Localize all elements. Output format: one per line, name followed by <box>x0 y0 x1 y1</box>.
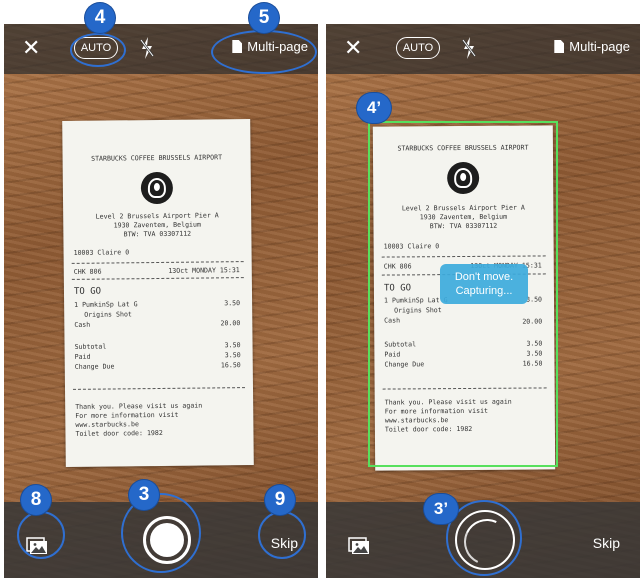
annotation-badge-8: 8 <box>21 485 51 515</box>
multi-page-button[interactable]: Multi-page <box>554 39 630 54</box>
receipt-divider <box>71 261 244 264</box>
receipt-item-1: 1 PumkinSp Lat G <box>74 300 138 309</box>
auto-capture-toggle[interactable]: AUTO <box>396 37 440 59</box>
annotation-badge-4-prime: 4’ <box>357 93 391 123</box>
annotation-badge-5: 5 <box>249 3 279 33</box>
receipt-paid-value: 3.50 <box>224 351 241 360</box>
receipt-change-label: Change Due <box>74 362 115 371</box>
annotation-ring-gallery <box>17 511 65 559</box>
receipt-cash-value: 20.00 <box>220 319 241 328</box>
receipt-cash-label: Cash <box>74 320 91 329</box>
toast-line-1: Don't move. <box>454 271 514 283</box>
annotation-badge-4: 4 <box>85 3 115 33</box>
receipt-to-go: TO GO <box>73 286 102 297</box>
flash-off-icon[interactable] <box>140 36 154 60</box>
skip-button[interactable]: Skip <box>593 535 620 551</box>
receipt-check: CHK 806 <box>73 267 102 276</box>
receipt-paid-label: Paid <box>74 352 91 361</box>
receipt-order: 10003 Claire 0 <box>73 248 130 257</box>
page-icon <box>554 40 565 53</box>
annotation-ring-multipage <box>211 30 317 74</box>
annotation-ring-skip <box>258 511 306 559</box>
receipt-divider <box>71 277 244 280</box>
camera-top-bar: ✕ AUTO Multi-page <box>326 24 640 74</box>
receipt-document: STARBUCKS COFFEE BRUSSELS AIRPORT Level … <box>62 119 254 467</box>
receipt-thanks-1: Thank you. Please visit us again <box>75 401 203 411</box>
receipt-subtotal-value: 3.50 <box>224 341 241 350</box>
receipt-change-value: 16.50 <box>220 361 241 370</box>
receipt-thanks-3: www.starbucks.be <box>75 420 139 429</box>
toast-line-2: Capturing... <box>455 285 513 297</box>
close-icon[interactable]: ✕ <box>344 37 362 61</box>
receipt-thanks-4: Toilet door code: 1982 <box>75 428 163 438</box>
annotation-ring-auto <box>70 33 126 67</box>
receipt-thanks-2: For more information visit <box>75 410 179 420</box>
multi-page-label: Multi-page <box>569 39 630 54</box>
receipt-subtotal-label: Subtotal <box>74 342 107 351</box>
receipt-divider <box>72 387 246 390</box>
receipt-item-1-price: 3.50 <box>224 299 241 308</box>
flash-off-icon[interactable] <box>462 36 476 60</box>
annotation-badge-3-prime: 3’ <box>424 494 458 524</box>
annotation-badge-3: 3 <box>129 480 159 510</box>
starbucks-logo-icon <box>140 171 174 205</box>
capturing-toast: Don't move. Capturing... <box>440 264 528 304</box>
close-icon[interactable]: ✕ <box>22 37 40 61</box>
receipt-header: STARBUCKS COFFEE BRUSSELS AIRPORT <box>91 153 223 163</box>
receipt-date: 13Oct MONDAY 15:31 <box>168 266 240 275</box>
receipt-item-2: Origins Shot <box>84 310 132 319</box>
receipt-vat: BTW: TVA 03307112 <box>123 229 192 239</box>
gallery-icon[interactable] <box>348 537 370 555</box>
annotation-badge-9: 9 <box>265 485 295 515</box>
